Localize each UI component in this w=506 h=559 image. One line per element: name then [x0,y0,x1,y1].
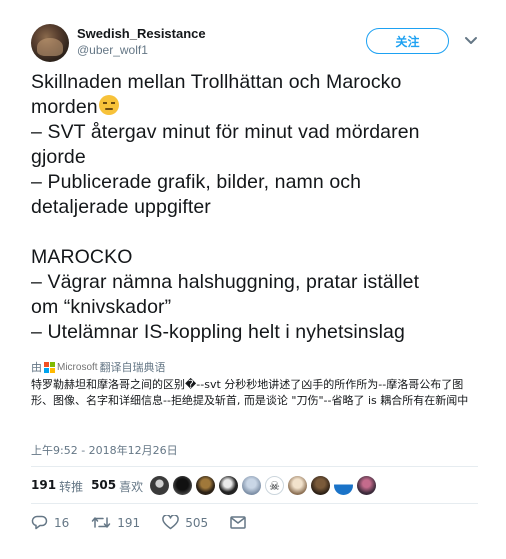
like-count: 505 [185,515,209,530]
timestamp[interactable]: 上午9:52 - 2018年12月26日 [31,442,178,458]
retweet-button[interactable]: 191 [91,515,140,530]
retweets-count: 191 [31,478,57,492]
avatar[interactable] [31,24,69,62]
reply-icon [31,515,48,530]
heart-icon [162,515,179,530]
tweet-line: detaljerade uppgifter [31,196,211,218]
microsoft-logo-icon [44,361,55,373]
liker-avatar[interactable]: ☠ [265,476,284,495]
retweet-icon [92,517,111,528]
tweet-line-with-emoji: morden [31,95,486,120]
translation-attribution: 由 Microsoft 翻译自瑞典语 [31,359,166,375]
reply-count: 16 [54,515,70,530]
tweet-line: morden [31,96,98,118]
translation-by-prefix: 由 [31,361,42,374]
liker-avatar[interactable] [357,476,376,495]
tweet-line: – SVT återgav minut för minut vad mördar… [31,121,420,143]
retweets-label: 转推 [59,480,84,494]
liker-avatar[interactable] [219,476,238,495]
chevron-down-icon[interactable] [464,36,478,46]
likes-count: 505 [91,478,117,492]
user-handle[interactable]: @uber_wolf1 [77,43,148,57]
reply-button[interactable]: 16 [31,515,69,530]
translation-provider: Microsoft [57,361,98,373]
unamused-face-emoji-icon [98,95,119,115]
likes-stat[interactable]: 505 喜欢 [91,478,143,495]
tweet-line: gjorde [31,146,86,168]
liker-avatars: ☠ [150,476,376,495]
tweet-line: MAROCKO [31,246,133,268]
tweet-line: – Utelämnar IS-koppling helt i nyhetsins… [31,321,405,343]
tweet-actions: 16 191 505 [31,515,268,530]
envelope-icon [230,516,246,529]
divider [31,503,478,504]
translation-by-suffix[interactable]: 翻译自瑞典语 [100,359,166,375]
liker-avatar[interactable] [242,476,261,495]
liker-avatar[interactable] [288,476,307,495]
liker-avatar[interactable] [150,476,169,495]
tweet-line: Skillnaden mellan Trollhättan och Marock… [31,71,402,93]
liker-avatar[interactable] [311,476,330,495]
tweet-text: Skillnaden mellan Trollhättan och Marock… [31,70,486,345]
liker-avatar[interactable] [334,476,353,495]
liker-avatar[interactable] [196,476,215,495]
retweet-count: 191 [117,515,141,530]
liker-avatar[interactable] [173,476,192,495]
direct-message-button[interactable] [230,516,246,529]
retweets-stat[interactable]: 191 转推 [31,478,83,495]
tweet-line: om “knivskador” [31,296,172,318]
like-button[interactable]: 505 [162,515,208,530]
divider [31,466,478,467]
tweet-line: – Vägrar nämna halshuggning, pratar istä… [31,271,420,293]
translated-text: 特罗勒赫坦和摩洛哥之间的区别�--svt 分秒秒地讲述了凶手的所作所为--摩洛哥… [31,378,469,407]
engagement-stats: 191 转推 505 喜欢 [31,478,143,495]
tweet-line: – Publicerade grafik, bilder, namn och [31,171,362,193]
display-name[interactable]: Swedish_Resistance [77,26,206,41]
likes-label: 喜欢 [119,480,144,494]
follow-button[interactable]: 关注 [366,28,449,54]
tweet-card: Swedish_Resistance @uber_wolf1 关注 Skilln… [0,0,506,559]
